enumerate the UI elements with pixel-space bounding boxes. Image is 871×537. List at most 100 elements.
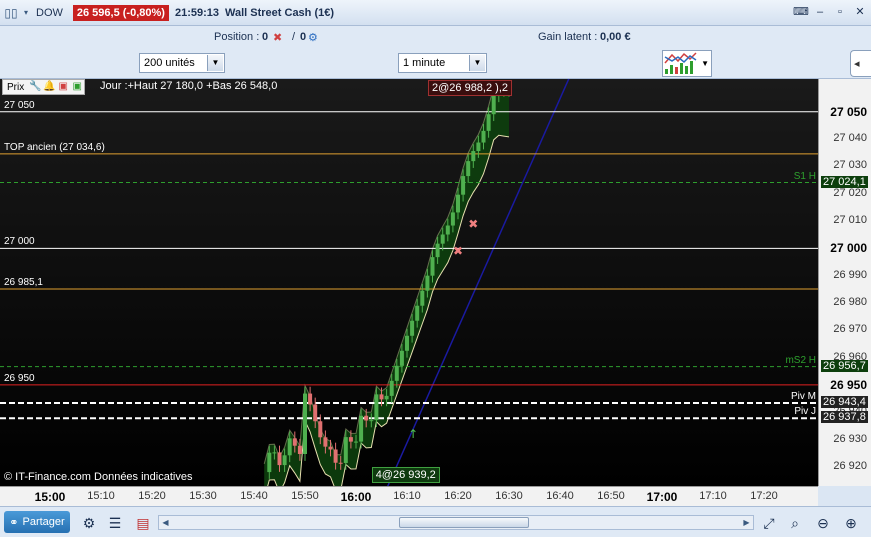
candle-body bbox=[338, 462, 343, 464]
chart-label[interactable]: Prix bbox=[3, 82, 28, 93]
price-axis[interactable]: 27 050 27 040 27 030 27 020 27 010 27 000 26 9… bbox=[818, 79, 871, 486]
candle-body bbox=[359, 415, 364, 442]
x-tick-label: 16:30 bbox=[495, 490, 523, 502]
wrench-icon[interactable]: 🔧 bbox=[28, 80, 42, 94]
price-badge: 26 596,5 (-0,80%) bbox=[72, 4, 169, 21]
candle-body bbox=[282, 455, 287, 466]
window-controls: ⌨ – ▫ ✕ bbox=[793, 5, 867, 19]
close-icon[interactable]: ✕ bbox=[853, 5, 867, 19]
units-select-value: 200 unités bbox=[144, 57, 195, 69]
instrument-name: Wall Street Cash (1€) bbox=[225, 6, 335, 19]
candle-body bbox=[287, 438, 292, 456]
x-tick-label: 16:20 bbox=[444, 490, 472, 502]
keyboard-icon[interactable]: ⌨ bbox=[793, 5, 809, 19]
settings-icon[interactable]: ⚙ bbox=[80, 514, 98, 532]
scroll-right-icon[interactable]: ▶ bbox=[740, 516, 753, 529]
share-button[interactable]: ⚭ Partager bbox=[4, 511, 70, 533]
title-bar: ▯▯ ▾ DOW 26 596,5 (-0,80%) 21:59:13 Wall… bbox=[0, 0, 871, 26]
bell-icon[interactable]: 🔔 bbox=[42, 80, 56, 94]
candle-body bbox=[297, 445, 302, 454]
x-tick-label: 16:10 bbox=[393, 490, 421, 502]
sell-icon[interactable]: ▣ bbox=[56, 80, 70, 94]
zoom-in-icon[interactable]: ⊕ bbox=[842, 514, 860, 532]
symbol-label[interactable]: DOW bbox=[36, 7, 63, 19]
y-tick-label: 27 050 bbox=[830, 104, 867, 119]
candle-body bbox=[410, 320, 415, 336]
candle-body bbox=[343, 437, 348, 464]
candle-body bbox=[420, 290, 425, 306]
chart-settings-toolbar: 200 unités ▼ 1 minute ▼ ▼ ◂ bbox=[0, 48, 871, 79]
gain-value: 0,00 € bbox=[600, 31, 631, 43]
quote-time: 21:59:13 bbox=[174, 6, 219, 19]
trend-band bbox=[264, 81, 509, 486]
candle-body bbox=[348, 437, 353, 442]
candle-body bbox=[277, 452, 282, 466]
settings-gear-icon[interactable]: ⚙ bbox=[308, 31, 318, 44]
candle-body bbox=[466, 161, 471, 177]
indicators-button[interactable]: ▼ bbox=[662, 50, 712, 77]
x-tick-label: 15:20 bbox=[138, 490, 166, 502]
candle-body bbox=[425, 275, 430, 291]
x-tick-label: 16:40 bbox=[546, 490, 574, 502]
chart-type-icon[interactable]: ▯▯ bbox=[4, 6, 18, 20]
price-chart[interactable]: ✖ ✖ ↑ 27 050 TOP ancien (27 034,6) S1 H 27 00… bbox=[0, 79, 818, 486]
x-tick-label: 17:00 bbox=[646, 490, 678, 504]
candle-body bbox=[430, 257, 435, 276]
candle-body bbox=[415, 305, 420, 321]
y-tick-label: 26 990 bbox=[833, 268, 867, 281]
y-tick-label: 26 950 bbox=[830, 377, 867, 392]
scroll-left-icon[interactable]: ◀ bbox=[159, 516, 172, 529]
scrollbar-thumb[interactable] bbox=[399, 517, 529, 528]
trade-marker-x: ✖ bbox=[468, 217, 478, 231]
close-position-icon[interactable]: ✖ bbox=[273, 31, 282, 44]
candle-body bbox=[384, 395, 389, 400]
position-label: Position : bbox=[214, 31, 260, 43]
indicators-list-icon[interactable]: ▤ bbox=[134, 514, 152, 532]
side-panel-toggle[interactable]: ◂ bbox=[850, 50, 871, 77]
level-label: 26 950 bbox=[4, 372, 35, 384]
gain-label: Gain latent : bbox=[538, 31, 598, 43]
buy-icon[interactable]: ▣ bbox=[70, 80, 84, 94]
units-select[interactable]: 200 unités ▼ bbox=[139, 53, 225, 73]
candle-body bbox=[267, 452, 272, 473]
chevron-down-icon[interactable]: ▼ bbox=[701, 59, 709, 68]
trade-marker-x: ✖ bbox=[453, 244, 463, 258]
minimize-icon[interactable]: – bbox=[813, 5, 827, 19]
interval-select[interactable]: 1 minute ▼ bbox=[398, 53, 487, 73]
zoom-fit-icon[interactable]: ⌕ bbox=[786, 514, 804, 532]
x-tick-label: 16:00 bbox=[340, 490, 372, 504]
candle-body bbox=[328, 446, 333, 450]
bottom-toolbar: ⚭ Partager ⚙ ☰ ▤ ◀ ▶ ⤢ ⌕ ⊖ ⊕ bbox=[0, 506, 871, 537]
x-tick-label: 15:40 bbox=[240, 490, 268, 502]
candle-body bbox=[313, 404, 318, 422]
horizontal-scrollbar[interactable]: ◀ ▶ bbox=[158, 515, 754, 530]
x-tick-label: 15:30 bbox=[189, 490, 217, 502]
share-label: Partager bbox=[22, 516, 65, 528]
y-tick-label: 26 920 bbox=[833, 459, 867, 472]
interval-select-value: 1 minute bbox=[403, 57, 446, 69]
restore-icon[interactable]: ▫ bbox=[833, 5, 847, 19]
time-axis[interactable]: 15:00 15:10 15:20 15:30 15:40 15:50 16:00 16:10… bbox=[0, 486, 818, 506]
zoom-out-icon[interactable]: ⊖ bbox=[814, 514, 832, 532]
list-icon[interactable]: ☰ bbox=[106, 514, 124, 532]
day-range-info: Jour :+Haut 27 180,0 +Bas 26 548,0 bbox=[100, 80, 278, 92]
level-label: 27 050 bbox=[4, 99, 35, 111]
chevron-down-icon[interactable]: ▼ bbox=[207, 55, 223, 71]
auto-scale-icon[interactable]: ⤢ bbox=[760, 514, 778, 532]
x-tick-label: 16:50 bbox=[597, 490, 625, 502]
candle-body bbox=[481, 130, 486, 143]
share-icon: ⚭ bbox=[9, 516, 19, 529]
chevron-down-icon[interactable]: ▼ bbox=[469, 55, 485, 71]
level-label: 26 985,1 bbox=[4, 277, 43, 289]
y-tick-label: 27 020 bbox=[833, 186, 867, 199]
candle-body bbox=[303, 393, 307, 454]
arrow-left-icon: ◂ bbox=[854, 58, 860, 70]
y-tick-label: 27 010 bbox=[833, 214, 867, 227]
level-label: S1 H bbox=[793, 170, 816, 182]
candle-body bbox=[461, 176, 466, 195]
dropdown-icon[interactable]: ▾ bbox=[22, 6, 30, 20]
chart-canvas[interactable]: ✖ ✖ ↑ bbox=[0, 79, 818, 486]
position-value-2: 0 bbox=[300, 31, 307, 43]
level-label: Piv M bbox=[791, 390, 816, 402]
position-separator: / bbox=[292, 31, 296, 43]
